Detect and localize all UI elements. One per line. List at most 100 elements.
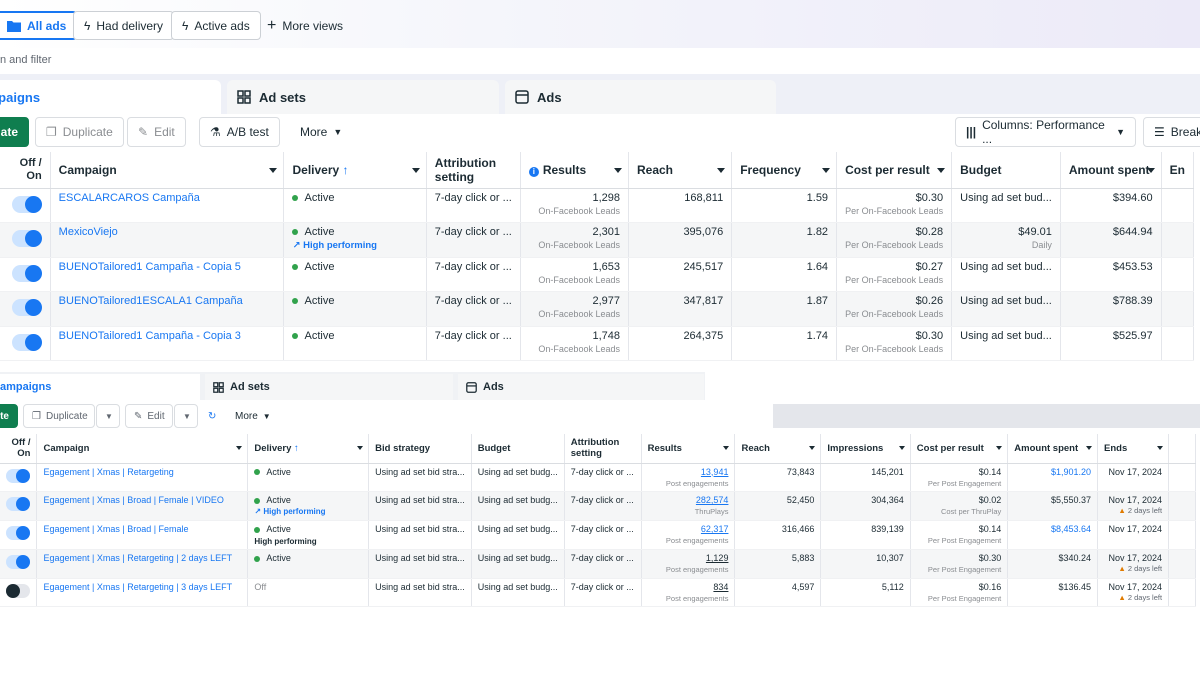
table-row[interactable]: BUENOTailored1ESCALA1 Campaña Active 7-d… — [0, 291, 1195, 327]
ends-cell: Nov 17, 2024 — [1097, 463, 1170, 493]
campaign-name[interactable]: BUENOTailored1ESCALA1 Campaña — [50, 291, 285, 327]
campaign-name[interactable]: BUENOTailored1 Campaña - Copia 5 — [50, 257, 285, 293]
view-active-ads[interactable]: ϟ Active ads — [171, 11, 261, 40]
col-spent[interactable]: Amount spent — [1060, 152, 1162, 189]
table-row[interactable]: BUENOTailored1 Campaña - Copia 3 Active … — [0, 326, 1195, 362]
status-dot-icon — [254, 526, 261, 533]
col-delivery[interactable]: Delivery ↑ — [283, 152, 427, 189]
cost-sub: Per Post Engagement — [927, 564, 1002, 574]
more-button-2[interactable]: More ▼ — [226, 404, 280, 428]
tab-campaigns[interactable]: Campaigns — [0, 80, 221, 114]
campaign-name[interactable]: MexicoViejo — [50, 222, 285, 258]
campaign-toggle[interactable] — [6, 554, 31, 569]
tab-ads[interactable]: Ads — [505, 80, 776, 114]
toggle-cell — [0, 549, 38, 579]
col-spent[interactable]: Amount spent — [1007, 434, 1099, 464]
col-cost[interactable]: Cost per result — [836, 152, 953, 189]
campaign-toggle[interactable] — [11, 299, 42, 317]
tab-campaigns-2[interactable]: ampaigns — [0, 374, 200, 400]
cost-sub: Per On-Facebook Leads — [845, 205, 944, 216]
breakdown-button[interactable]: ☰ Break — [1143, 117, 1200, 147]
edit-button-2[interactable]: ✎ Edit — [125, 404, 173, 428]
campaign-toggle[interactable] — [6, 525, 31, 540]
results-value[interactable]: 834 — [713, 582, 728, 592]
cost-cell: $0.14 Per Post Engagement — [910, 520, 1009, 550]
duplicate-button-2[interactable]: ❐ Duplicate — [23, 404, 95, 428]
ab-test-button[interactable]: ⚗ A/B test — [199, 117, 280, 147]
ends-cell: Nov 17, 2024 — [1097, 520, 1170, 550]
duplicate-dropdown-2[interactable]: ▼ — [96, 404, 120, 428]
edit-dropdown-2[interactable]: ▼ — [174, 404, 198, 428]
toggle-cell — [0, 463, 38, 493]
campaign-toggle[interactable] — [11, 195, 42, 213]
edit-button[interactable]: ✎ Edit — [127, 117, 186, 147]
tab-ad-sets-2[interactable]: Ad sets — [205, 374, 453, 400]
col-ends[interactable]: Ends — [1097, 434, 1170, 464]
col-results[interactable]: Results — [641, 434, 736, 464]
view-all-ads[interactable]: All ads — [0, 11, 78, 40]
table-row[interactable]: Egagement | Xmas | Broad | Female Active H… — [0, 520, 1196, 550]
col-budget[interactable]: Budget — [471, 434, 565, 464]
col-impressions[interactable]: Impressions — [820, 434, 911, 464]
col-offon[interactable]: Off / On — [0, 152, 51, 189]
col-budget[interactable]: Budget — [951, 152, 1061, 189]
col-offon[interactable]: Off / On — [0, 434, 38, 464]
view-had-delivery[interactable]: ϟ Had delivery — [73, 11, 175, 40]
view-active-ads-label: Active ads — [194, 18, 250, 33]
table-row[interactable]: Egagement | Xmas | Retargeting | 3 days … — [0, 578, 1196, 608]
campaign-name[interactable]: Egagement | Xmas | Broad | Female | VIDE… — [36, 491, 249, 521]
col-cost[interactable]: Cost per result — [910, 434, 1009, 464]
table-row[interactable]: Egagement | Xmas | Retargeting Active Usin… — [0, 463, 1196, 493]
campaign-toggle[interactable] — [11, 264, 42, 282]
col-reach[interactable]: Reach — [628, 152, 733, 189]
col-attribution[interactable]: Attribution setting — [426, 152, 521, 189]
results-value[interactable]: 13,941 — [701, 467, 729, 477]
duplicate-button[interactable]: ❐ Duplicate — [35, 117, 124, 147]
col-results[interactable]: i Results — [520, 152, 629, 189]
reach-cell: 245,517 — [628, 257, 733, 293]
more-button[interactable]: More ▼ — [289, 117, 354, 147]
table-row[interactable]: Egagement | Xmas | Broad | Female | VIDE… — [0, 491, 1196, 521]
col-bid[interactable]: Bid strategy — [368, 434, 472, 464]
delivery-cell: Active High performing — [247, 520, 370, 550]
refresh-button-2[interactable]: ↻ — [204, 404, 224, 428]
campaign-name[interactable]: Egagement | Xmas | Retargeting | 3 days … — [36, 578, 249, 608]
campaign-toggle[interactable] — [11, 333, 42, 351]
create-button-2[interactable]: te — [0, 404, 18, 428]
columns-button[interactable]: ||| Columns: Performance ... ▼ — [955, 117, 1136, 147]
table-row[interactable]: Egagement | Xmas | Retargeting | 2 days … — [0, 549, 1196, 579]
results-value[interactable]: 282,574 — [696, 495, 729, 505]
results-sub: On-Facebook Leads — [538, 240, 620, 251]
col-delivery[interactable]: Delivery ↑ — [247, 434, 370, 464]
campaign-toggle[interactable] — [11, 230, 42, 248]
table-row[interactable]: ESCALARCAROS Campaña Active 7-day click … — [0, 188, 1195, 224]
campaign-toggle[interactable] — [6, 583, 31, 598]
col-ends[interactable]: En — [1161, 152, 1195, 189]
create-button[interactable]: ate — [0, 117, 29, 147]
campaign-name[interactable]: Egagement | Xmas | Retargeting | 2 days … — [36, 549, 249, 579]
table-row[interactable]: BUENOTailored1 Campaña - Copia 5 Active … — [0, 257, 1195, 293]
col-attribution[interactable]: Attribution setting — [564, 434, 642, 464]
col-offon-label: Off / On — [19, 156, 42, 182]
tab-ads-2[interactable]: Ads — [458, 374, 704, 400]
campaign-toggle[interactable] — [6, 468, 31, 483]
results-value[interactable]: 62,317 — [701, 524, 729, 534]
col-campaign[interactable]: Campaign — [36, 434, 249, 464]
more-label: More — [300, 125, 328, 139]
campaign-toggle[interactable] — [6, 497, 31, 512]
col-reach[interactable]: Reach — [734, 434, 822, 464]
table-row[interactable]: MexicoViejo Active ↗ High performing 7-da… — [0, 222, 1195, 258]
high-performing-badge: ↗ High performing — [254, 507, 362, 516]
col-campaign[interactable]: Campaign — [50, 152, 285, 189]
search-input[interactable]: n and filter — [0, 48, 1200, 74]
campaign-name[interactable]: ESCALARCAROS Campaña — [50, 188, 285, 224]
col-frequency[interactable]: Frequency — [731, 152, 838, 189]
more-views-button[interactable]: + More views — [267, 11, 343, 40]
campaign-name[interactable]: Egagement | Xmas | Broad | Female — [36, 520, 249, 550]
impressions-cell: 304,364 — [820, 491, 911, 521]
results-value[interactable]: 1,129 — [706, 553, 729, 563]
campaign-name[interactable]: Egagement | Xmas | Retargeting — [36, 463, 249, 493]
campaign-name[interactable]: BUENOTailored1 Campaña - Copia 3 — [50, 326, 285, 362]
reach-cell: 264,375 — [628, 326, 733, 362]
tab-ad-sets[interactable]: Ad sets — [227, 80, 499, 114]
